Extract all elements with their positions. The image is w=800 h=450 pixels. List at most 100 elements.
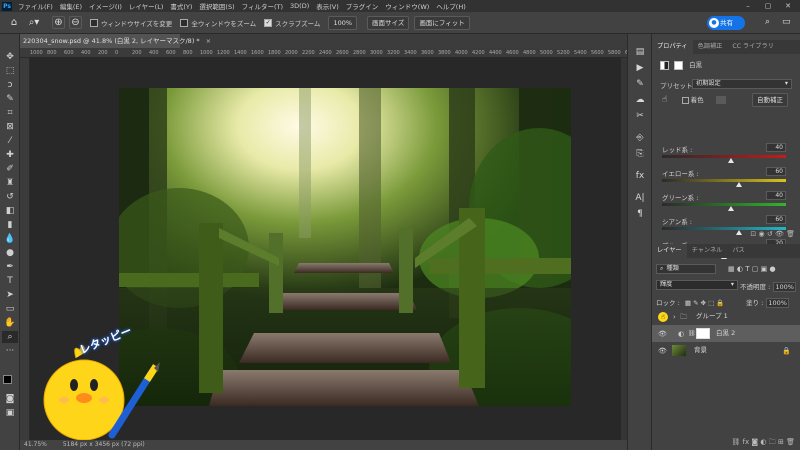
mask-icon[interactable] <box>674 60 684 70</box>
zoom-all-checkbox[interactable]: 全ウィンドウをズーム <box>180 18 256 28</box>
tab-properties[interactable]: プロパティ <box>652 40 693 54</box>
menu-image[interactable]: イメージ(I) <box>89 1 122 11</box>
type-tool-icon[interactable]: T <box>2 275 18 287</box>
visibility-icon[interactable]: 👁 <box>658 346 667 356</box>
layer-row-adjustment[interactable]: 👁 ◐ ⛓ 白黒 2 <box>652 325 800 342</box>
menu-layer[interactable]: レイヤー(L) <box>129 1 164 11</box>
close-icon[interactable]: ✕ <box>780 0 796 12</box>
maximize-icon[interactable]: ▢ <box>760 0 776 12</box>
menu-file[interactable]: ファイル(F) <box>18 1 53 11</box>
menu-plugins[interactable]: プラグイン <box>346 1 379 11</box>
brush-settings-icon[interactable]: ⎆ <box>632 132 648 144</box>
zoom-in-icon[interactable]: ⊕ <box>52 16 65 29</box>
opacity-input[interactable]: 100% <box>773 282 796 292</box>
layer-thumbnail[interactable] <box>672 345 686 356</box>
zoom-100-button[interactable]: 100% <box>328 15 358 30</box>
blend-mode-select[interactable]: 輝度 ▾ <box>656 280 738 290</box>
eraser-tool-icon[interactable]: ◧ <box>2 205 18 217</box>
trash-icon[interactable]: 🗑 <box>786 438 795 446</box>
filter-toggle-icon[interactable]: ● <box>769 265 775 273</box>
slider-value-input[interactable]: 40 <box>766 143 786 152</box>
home-icon[interactable]: ⌂ <box>6 15 22 31</box>
expand-arrow-icon[interactable]: › <box>673 312 676 322</box>
actions-panel-icon[interactable]: ▶ <box>632 62 648 74</box>
slider-track[interactable] <box>662 179 786 182</box>
workspace-icon[interactable]: ▭ <box>782 17 791 27</box>
reset-icon[interactable]: ↺ <box>767 230 773 238</box>
zoom-level[interactable]: 41.75% <box>24 441 47 448</box>
fit-screen-button[interactable]: 画面サイズ <box>367 15 410 30</box>
link-icon[interactable]: ⛓ <box>688 329 696 339</box>
quick-select-icon[interactable]: ✎ <box>2 93 18 105</box>
comments-panel-icon[interactable]: ✎ <box>632 78 648 90</box>
menu-window[interactable]: ウィンドウ(W) <box>385 1 429 11</box>
scrubby-zoom-checkbox[interactable]: ✓ スクラブズーム <box>264 18 320 28</box>
resize-windows-checkbox[interactable]: ウィンドウサイズを変更 <box>90 18 172 28</box>
forest-photo[interactable] <box>119 88 571 406</box>
hand-tool-icon[interactable]: ✋ <box>2 317 18 329</box>
foreground-color[interactable] <box>3 375 12 384</box>
zoom-tool-icon[interactable]: ⌕▾ <box>26 15 42 31</box>
slider-value-input[interactable]: 60 <box>766 215 786 224</box>
new-group-icon[interactable]: 🗀 <box>769 438 776 446</box>
layer-mask-thumbnail[interactable] <box>696 328 710 339</box>
slider-thumb[interactable] <box>735 182 742 187</box>
brush-tool-icon[interactable]: ✐ <box>2 163 18 175</box>
slider-value-input[interactable]: 60 <box>766 167 786 176</box>
marquee-tool-icon[interactable]: ⬚ <box>2 65 18 77</box>
rectangle-tool-icon[interactable]: ▭ <box>2 303 18 315</box>
menu-view[interactable]: 表示(V) <box>316 1 339 11</box>
paragraph-panel-icon[interactable]: ¶ <box>632 208 648 220</box>
lock-position-icon[interactable]: ✥ <box>701 299 706 307</box>
slider-track[interactable] <box>662 203 786 206</box>
fill-input[interactable]: 100% <box>766 298 789 308</box>
screen-mode-icon[interactable]: ▣ <box>2 407 18 419</box>
slider-thumb[interactable] <box>728 158 735 163</box>
lock-all-icon[interactable]: 🔒 <box>716 299 724 307</box>
lock-transparency-icon[interactable]: ▦ <box>685 299 691 307</box>
document-tab[interactable]: 220304_snow.psd @ 41.8% (白黒 2, レイヤーマスク/8… <box>20 34 211 48</box>
more-tools-icon[interactable]: ··· <box>2 345 18 357</box>
new-layer-icon[interactable]: ⊞ <box>778 438 784 446</box>
smart-filter-icon[interactable]: ▣ <box>761 265 768 273</box>
history-brush-icon[interactable]: ↺ <box>2 191 18 203</box>
menu-help[interactable]: ヘルプ(H) <box>436 1 465 11</box>
dodge-tool-icon[interactable]: ● <box>2 247 18 259</box>
layer-row-background[interactable]: 👁 背景 🔒 <box>652 342 800 359</box>
layer-name[interactable]: 白黒 2 <box>716 325 735 342</box>
shape-filter-icon[interactable]: ▢ <box>752 265 759 273</box>
layer-filter-select[interactable]: ⌕ 種類 <box>656 264 716 274</box>
eyedropper-icon[interactable]: ⁄ <box>2 135 18 147</box>
slider-thumb[interactable] <box>728 206 735 211</box>
slider-track[interactable] <box>662 155 786 158</box>
menu-filter[interactable]: フィルター(T) <box>242 1 283 11</box>
healing-brush-icon[interactable]: ✚ <box>2 149 18 161</box>
view-previous-icon[interactable]: ◉ <box>759 230 765 238</box>
close-tab-icon[interactable]: × <box>206 37 211 45</box>
character-panel-icon[interactable]: fx <box>632 170 648 182</box>
gradient-tool-icon[interactable]: ▮ <box>2 219 18 231</box>
type-filter-icon[interactable]: T <box>745 265 749 273</box>
glyphs-panel-icon[interactable]: ✂ <box>632 110 648 122</box>
layer-name[interactable]: 背景 <box>694 342 707 359</box>
preset-select[interactable]: 初期設定 ▾ <box>692 79 792 89</box>
tab-adjustments[interactable]: 色調補正 <box>693 40 728 54</box>
clone-source-icon[interactable]: ⎘ <box>632 148 648 160</box>
crop-tool-icon[interactable]: ⌗ <box>2 107 18 119</box>
tab-cc-libraries[interactable]: CC ライブラリ <box>727 40 779 54</box>
clip-icon[interactable]: ⊡ <box>750 230 756 238</box>
blur-tool-icon[interactable]: 💧 <box>2 233 18 245</box>
layer-row-group[interactable]: ☝ › 🗀 グループ 1 <box>652 308 800 325</box>
frame-tool-icon[interactable]: ⊠ <box>2 121 18 133</box>
menu-3d[interactable]: 3D(D) <box>290 2 309 10</box>
clone-stamp-icon[interactable]: ♜ <box>2 177 18 189</box>
move-tool-icon[interactable]: ✥ <box>2 51 18 63</box>
tint-checkbox[interactable] <box>681 96 689 104</box>
minimize-icon[interactable]: – <box>740 0 756 12</box>
tab-channels[interactable]: チャンネル <box>687 244 728 258</box>
history-panel-icon[interactable]: ▤ <box>632 46 648 58</box>
share-button[interactable]: ● 共有 <box>707 16 745 30</box>
auto-button[interactable]: 自動補正 <box>752 93 788 107</box>
zoom-tool-icon[interactable]: ⌕ <box>2 331 18 343</box>
lasso-tool-icon[interactable]: ↄ <box>2 79 18 91</box>
